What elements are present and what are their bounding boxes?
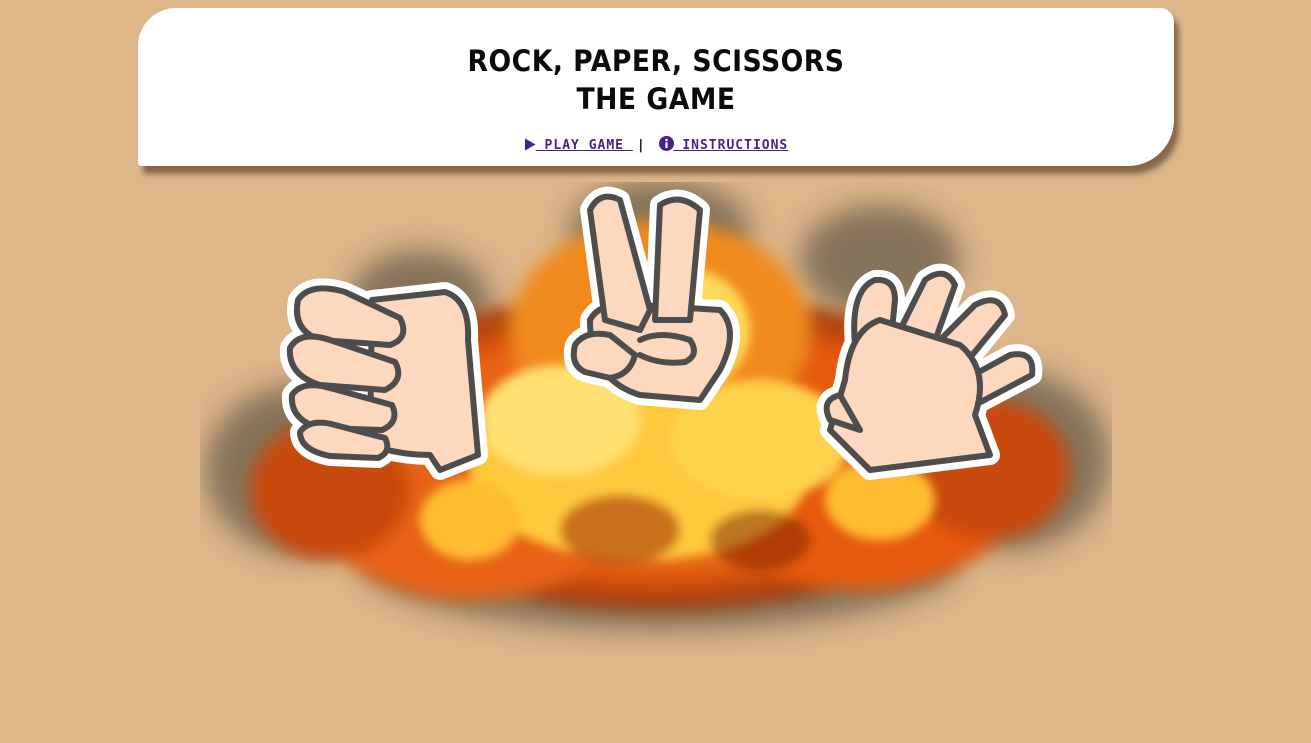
title-line-2: THE GAME [576,82,736,116]
main-nav: PLAY GAME | INSTRUCTIONS [138,136,1174,153]
info-icon [658,136,674,151]
play-game-label: PLAY GAME [535,138,625,153]
page-title: ROCK, PAPER, SCISSORS THE GAME [179,8,1132,118]
play-icon [524,138,536,151]
instructions-label: INSTRUCTIONS [673,138,789,153]
nav-separator: | [636,138,646,153]
rock-hand [279,278,488,480]
title-line-1: ROCK, PAPER, SCISSORS [467,44,845,78]
header-card: ROCK, PAPER, SCISSORS THE GAME PLAY GAME… [138,8,1174,166]
hero-image [205,182,1110,630]
play-game-link[interactable]: PLAY GAME [524,138,633,153]
instructions-link[interactable]: INSTRUCTIONS [658,136,789,153]
